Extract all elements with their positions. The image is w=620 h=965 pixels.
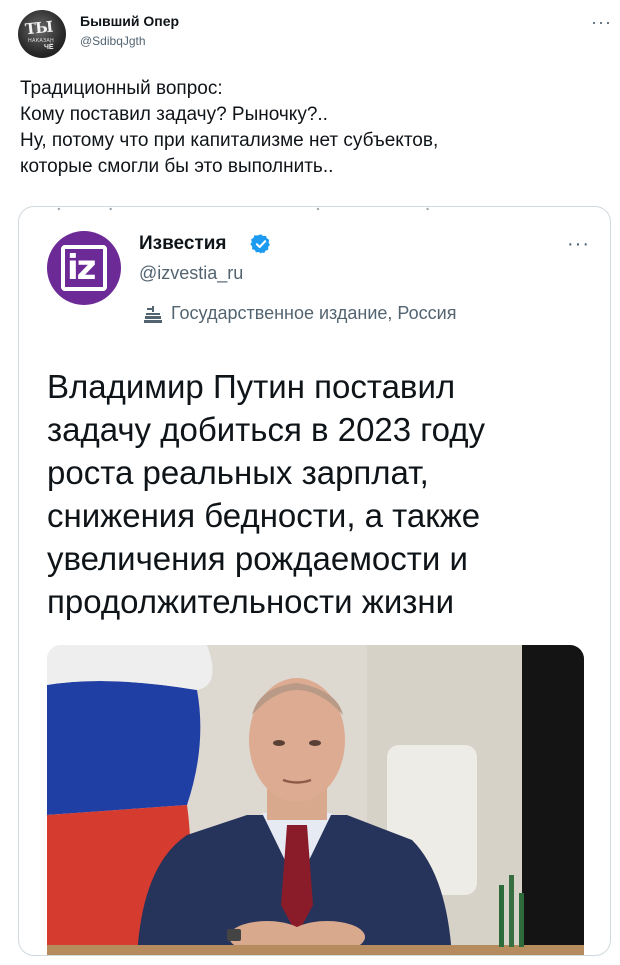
headline-line: продолжительности жизни — [47, 583, 455, 620]
avatar[interactable]: ТЫ НАКАЗАН ЧЁ — [18, 10, 66, 58]
card-top-edge — [57, 207, 429, 211]
tweet: ТЫ НАКАЗАН ЧЁ Бывший Опер @SdibqJgth ···… — [0, 0, 620, 965]
avatar-corner-text: ЧЁ — [44, 44, 54, 51]
tweet-text: Традиционный вопрос: Кому поставил задач… — [20, 76, 610, 180]
tweet-text-line: Ну, потому что при капитализме нет субъе… — [20, 130, 439, 151]
author-handle[interactable]: @SdibqJgth — [80, 34, 146, 48]
quoted-photo[interactable] — [47, 645, 584, 955]
avatar-text: ТЫ — [24, 17, 54, 39]
photo-illustration — [47, 645, 584, 955]
author-name[interactable]: Бывший Опер — [80, 13, 179, 29]
quoted-headline: Владимир Путин поставил задачу добиться … — [47, 365, 587, 623]
izvestia-logo-text: iz — [67, 248, 96, 288]
government-building-icon — [144, 306, 162, 323]
quoted-author-name[interactable]: Известия — [139, 233, 227, 255]
state-media-label[interactable]: Государственное издание, Россия — [171, 303, 456, 324]
headline-line: задачу добиться в 2023 году — [47, 411, 485, 448]
tweet-text-line: которые смогли бы это выполнить.. — [20, 156, 334, 177]
quoted-more-options-icon[interactable]: ··· — [567, 233, 590, 256]
quoted-author-handle[interactable]: @izvestia_ru — [139, 263, 243, 284]
author-row: ТЫ НАКАЗАН ЧЁ Бывший Опер @SdibqJgth ··· — [14, 8, 614, 60]
tweet-text-line: Кому поставил задачу? Рыночку?.. — [20, 104, 328, 125]
izvestia-avatar[interactable]: iz — [47, 231, 121, 305]
headline-line: снижения бедности, а также — [47, 497, 481, 534]
quoted-tweet-card[interactable]: iz Известия @izvestia_ru ··· Государстве… — [18, 206, 611, 956]
more-options-icon[interactable]: ··· — [591, 12, 612, 33]
tweet-text-line: Традиционный вопрос: — [20, 78, 223, 99]
headline-line: увеличения рождаемости и — [47, 540, 468, 577]
headline-line: Владимир Путин поставил — [47, 368, 456, 405]
verified-badge-icon — [250, 234, 270, 254]
headline-line: роста реальных зарплат, — [47, 454, 429, 491]
izvestia-logo-frame: iz — [61, 245, 107, 291]
